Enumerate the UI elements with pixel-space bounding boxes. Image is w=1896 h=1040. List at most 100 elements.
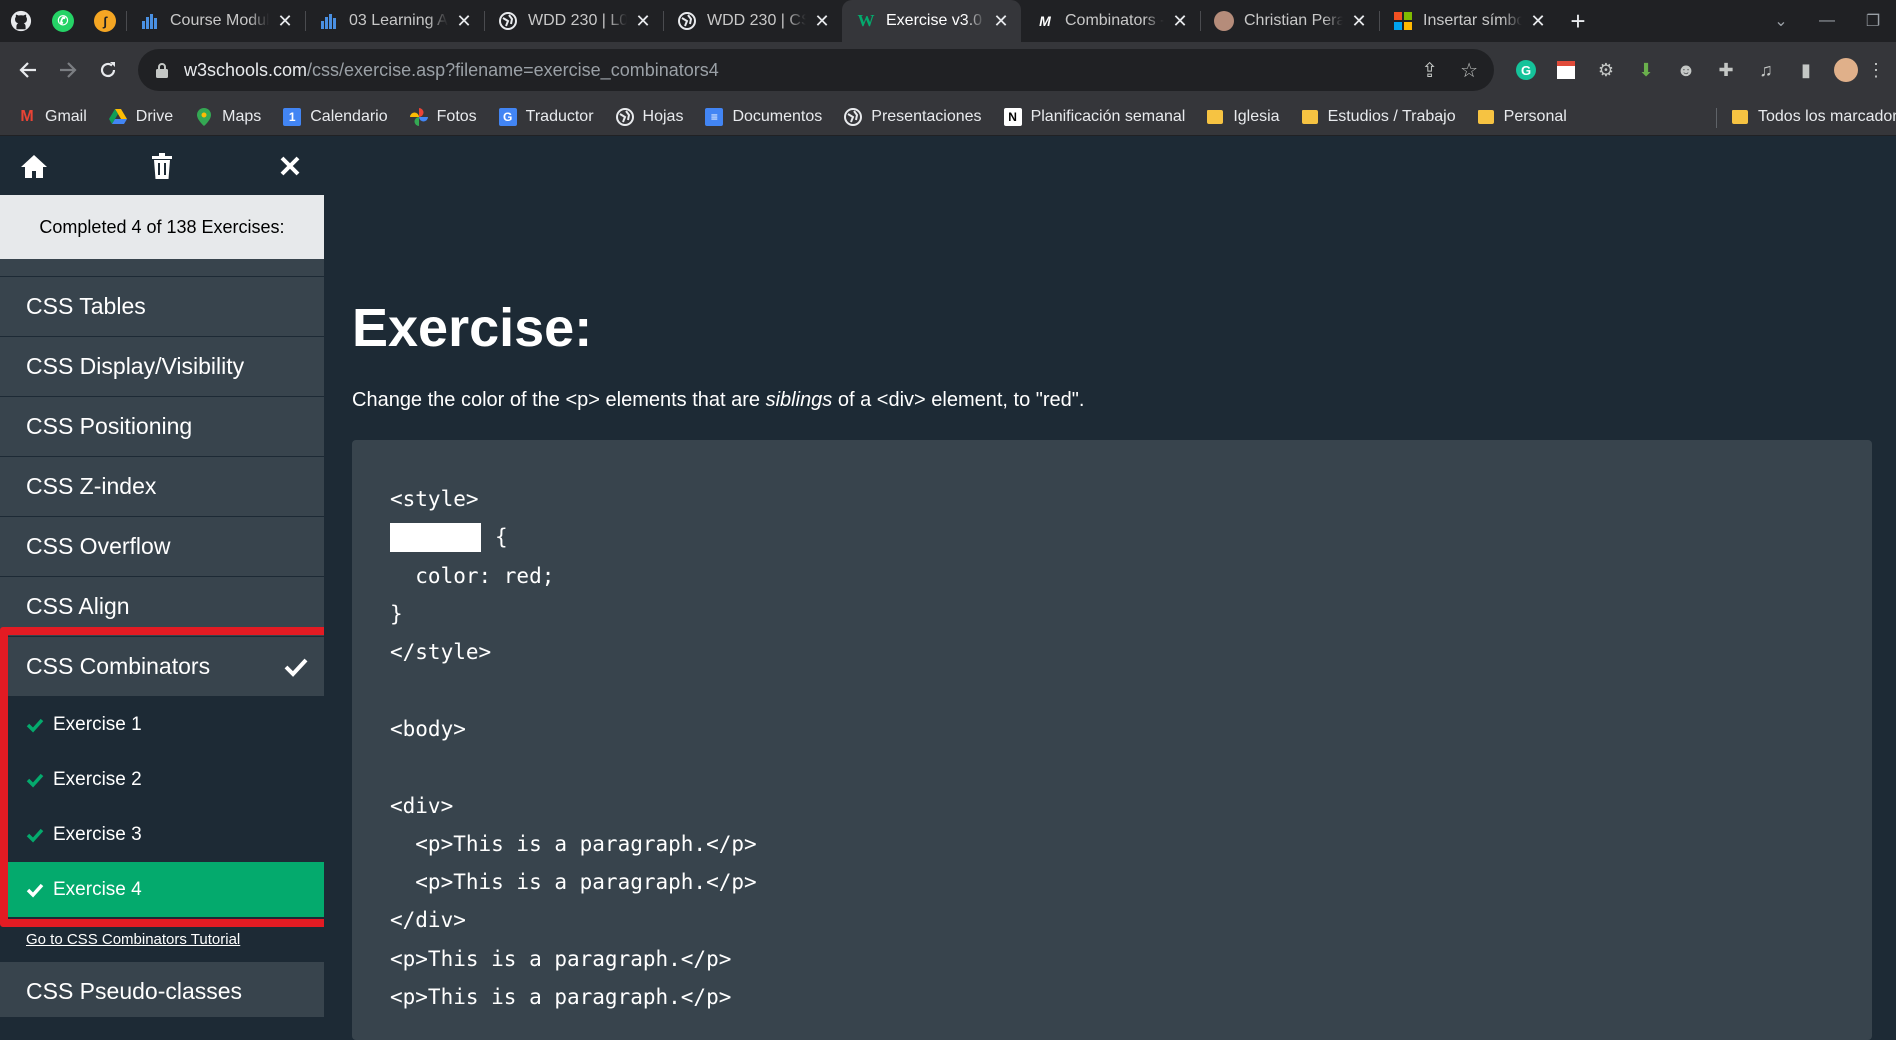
sidebar-item-css-display[interactable]: CSS Display/Visibility — [0, 337, 324, 397]
share-icon[interactable]: ⇪ — [1421, 58, 1438, 83]
close-icon[interactable]: ✕ — [812, 11, 832, 32]
close-sidebar-button[interactable] — [270, 146, 310, 186]
address-bar[interactable]: w3schools.com/css/exercise.asp?filename=… — [138, 49, 1494, 91]
bookmark-documentos[interactable]: ≡ Documentos — [705, 107, 822, 126]
drive-icon — [108, 108, 127, 126]
menu-icon[interactable]: ⋮ — [1866, 50, 1886, 90]
window-controls: ⌄ — ❐ — [1758, 0, 1896, 42]
home-button[interactable] — [14, 146, 54, 186]
bookmark-estudios[interactable]: Estudios / Trabajo — [1301, 108, 1456, 126]
reload-icon — [100, 62, 116, 78]
bookmark-label: Planificación semanal — [1030, 107, 1186, 125]
bookmark-traductor[interactable]: G Traductor — [498, 107, 594, 126]
tab-search-icon[interactable]: ⌄ — [1758, 11, 1804, 31]
close-icon[interactable]: ✕ — [991, 11, 1011, 32]
folder-icon — [1732, 110, 1748, 124]
tab-course-module[interactable]: Course Module ✕ — [126, 0, 305, 42]
sidebar-item-css-overflow[interactable]: CSS Overflow — [0, 517, 324, 577]
folder-icon — [1301, 109, 1318, 124]
reload-button[interactable] — [88, 50, 128, 90]
bookmark-label: Iglesia — [1233, 107, 1280, 125]
url-text: w3schools.com/css/exercise.asp?filename=… — [184, 60, 1399, 81]
selector-answer-input[interactable] — [390, 522, 481, 552]
tab-title: WDD 230 | L03 — [528, 12, 627, 29]
bookmark-planificacion[interactable]: N Planificación semanal — [1003, 107, 1186, 126]
pinned-tab-whatsapp[interactable]: ✆ — [42, 0, 84, 42]
exercise-label: Exercise 2 — [53, 768, 142, 790]
github-icon — [10, 10, 32, 32]
close-icon[interactable]: ✕ — [1170, 11, 1190, 32]
all-bookmarks-label: Todos los marcadores — [1758, 108, 1896, 125]
tab-title: Christian Peraz — [1244, 12, 1343, 29]
exercise-label: Exercise 4 — [53, 878, 142, 900]
extension-calendar-icon[interactable] — [1546, 50, 1586, 90]
tab-title: Combinators - — [1065, 12, 1164, 29]
extension-face-icon[interactable]: ☻ — [1666, 50, 1706, 90]
close-icon[interactable]: ✕ — [1349, 11, 1369, 32]
bookmark-iglesia[interactable]: Iglesia — [1207, 107, 1280, 126]
bar-chart-icon — [140, 11, 160, 31]
tab-exercise[interactable]: W Exercise v3.0 ✕ — [842, 0, 1021, 42]
tab-learning-activity[interactable]: 03 Learning Ac ✕ — [305, 0, 484, 42]
url-path: /css/exercise.asp?filename=exercise_comb… — [307, 59, 719, 80]
profile-avatar-icon[interactable] — [1826, 50, 1866, 90]
checkmark-icon — [26, 773, 44, 788]
new-tab-button[interactable]: + — [1558, 0, 1598, 42]
side-panel-icon[interactable]: ▮ — [1786, 50, 1826, 90]
exercise-heading: Exercise: — [352, 298, 593, 358]
forward-button[interactable] — [48, 50, 88, 90]
sidebar-item-css-z-index[interactable]: CSS Z-index — [0, 457, 324, 517]
gear-icon[interactable]: ⚙ — [1586, 50, 1626, 90]
reset-progress-button[interactable] — [142, 146, 182, 186]
exercise-sidebar: Completed 4 of 138 Exercises: CSS Tables… — [0, 137, 324, 1017]
pinned-tab-github[interactable] — [0, 0, 42, 42]
sidebar-item-css-tables[interactable]: CSS Tables — [0, 277, 324, 337]
instruction-text: of a <div> element, to "red". — [832, 389, 1085, 411]
restore-icon[interactable]: ❐ — [1850, 11, 1896, 31]
trash-icon — [152, 153, 172, 179]
all-bookmarks[interactable]: Todos los marcadores — [1732, 98, 1896, 136]
bookmark-fotos[interactable]: Fotos — [409, 107, 477, 126]
close-icon[interactable]: ✕ — [454, 11, 474, 32]
tab-christian[interactable]: Christian Peraz ✕ — [1200, 0, 1379, 42]
bookmark-presentaciones[interactable]: Presentaciones — [844, 107, 982, 126]
sidebar-toolbar — [0, 137, 324, 195]
bookmark-hojas[interactable]: Hojas — [615, 107, 683, 126]
exercise-item-2[interactable]: Exercise 2 — [0, 752, 324, 807]
sidebar-item-css-combinators[interactable]: CSS Combinators — [0, 637, 324, 697]
section-label: CSS Combinators — [26, 653, 211, 679]
checkmark-icon — [284, 658, 308, 677]
back-button[interactable] — [8, 50, 48, 90]
grammarly-icon[interactable]: G — [1506, 50, 1546, 90]
tab-title: Exercise v3.0 — [886, 12, 983, 29]
bookmark-maps[interactable]: Maps — [195, 107, 261, 126]
tab-wdd-l03[interactable]: WDD 230 | L03 ✕ — [484, 0, 663, 42]
exercise-instructions: Change the color of the <p> elements tha… — [352, 389, 1084, 412]
sidebar-item-css-align[interactable]: CSS Align — [0, 577, 324, 637]
tab-combinators-mdn[interactable]: M Combinators - ✕ — [1021, 0, 1200, 42]
close-icon[interactable]: ✕ — [275, 11, 295, 32]
exercise-item-3[interactable]: Exercise 3 — [0, 807, 324, 862]
bookmark-gmail[interactable]: M Gmail — [18, 108, 86, 126]
sidebar-item-css-positioning[interactable]: CSS Positioning — [0, 397, 324, 457]
microsoft-icon — [1393, 11, 1413, 31]
tab-wdd-css[interactable]: WDD 230 | CSS ✕ — [663, 0, 842, 42]
bookmark-star-icon[interactable]: ☆ — [1460, 58, 1478, 83]
puzzle-icon[interactable]: ✚ — [1706, 50, 1746, 90]
bookmark-calendario[interactable]: 1 Calendario — [283, 107, 388, 126]
bookmark-personal[interactable]: Personal — [1477, 108, 1567, 126]
tutorial-link[interactable]: Go to CSS Combinators Tutorial — [0, 917, 324, 961]
media-icon[interactable]: ♫ — [1746, 50, 1786, 90]
exercise-item-1[interactable]: Exercise 1 — [0, 697, 324, 752]
exercise-item-4[interactable]: Exercise 4 — [0, 862, 324, 917]
close-icon[interactable]: ✕ — [1528, 11, 1548, 32]
close-icon[interactable]: ✕ — [633, 11, 653, 32]
maps-icon — [195, 107, 213, 126]
code-line: <p>This is a paragraph.</p> — [390, 946, 732, 971]
sidebar-item-css-pseudo-classes[interactable]: CSS Pseudo-classes — [0, 961, 324, 1017]
pinned-tab-3[interactable]: ʃ — [84, 0, 126, 42]
bookmark-drive[interactable]: Drive — [108, 108, 173, 126]
minimize-icon[interactable]: — — [1804, 12, 1850, 30]
download-icon[interactable]: ⬇ — [1626, 50, 1666, 90]
tab-insertar-simbolo[interactable]: Insertar símbol ✕ — [1379, 0, 1558, 42]
